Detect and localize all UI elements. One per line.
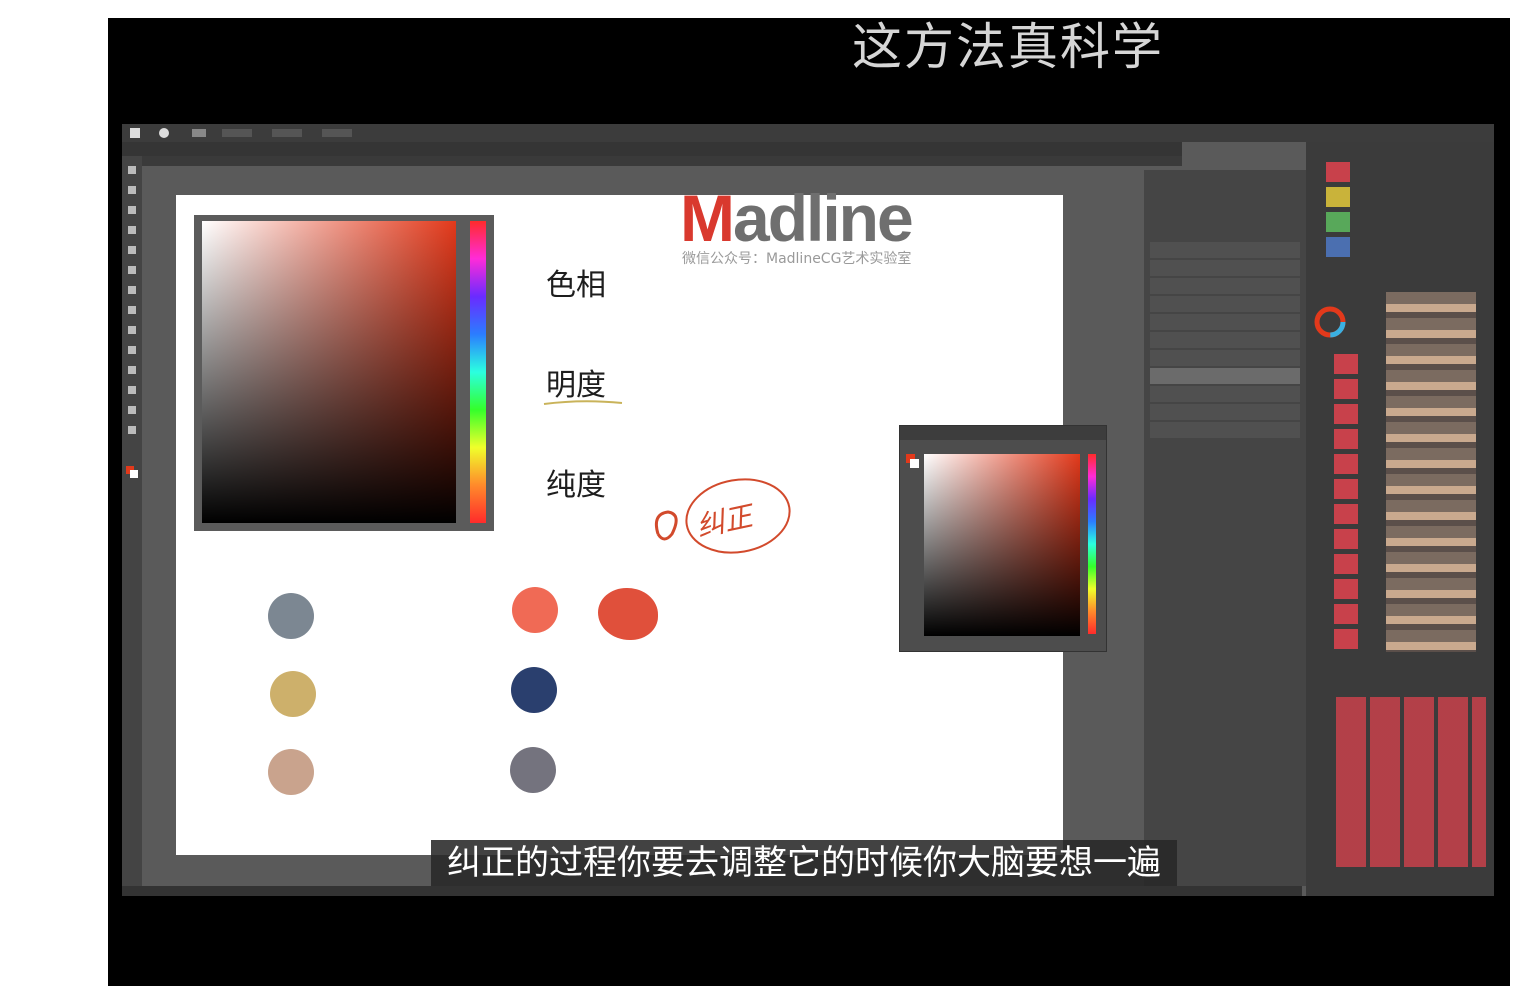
popup-hue-slider[interactable] (1088, 454, 1096, 634)
madline-logo: Madline (680, 181, 914, 255)
tools-panel[interactable] (122, 156, 142, 886)
brush-thumbnails[interactable] (1386, 292, 1476, 652)
layers-panel[interactable] (1144, 170, 1306, 886)
document-tab-bar[interactable] (122, 142, 1182, 156)
label-hue: 色相 (546, 268, 606, 303)
filter-buttons[interactable] (1336, 697, 1486, 867)
brush-icon (130, 128, 352, 138)
logo-subtitle: 微信公众号：MadlineCG艺术实验室 (682, 251, 912, 267)
horizontal-ruler (142, 156, 1182, 166)
color-picker-large[interactable] (194, 215, 494, 531)
layer-row[interactable] (1150, 278, 1300, 294)
photoshop-window: Madline 微信公众号：MadlineCG艺术实验室 色相 明度 纯度 纠正 (122, 124, 1494, 896)
swatch-gray[interactable] (268, 593, 314, 639)
video-title: 这方法真科学 (852, 18, 1164, 76)
popup-header[interactable] (900, 426, 1106, 440)
layer-row[interactable] (1150, 422, 1300, 438)
brush-presets-dock[interactable] (1306, 142, 1494, 896)
brush-number-column[interactable] (1334, 354, 1358, 654)
layer-row[interactable] (1150, 404, 1300, 420)
color-picker-popup[interactable] (899, 425, 1107, 652)
layer-row-selected[interactable] (1150, 368, 1300, 384)
hue-slider[interactable] (470, 221, 486, 523)
layer-row[interactable] (1150, 350, 1300, 366)
swatch-tan[interactable] (268, 749, 314, 795)
layer-row[interactable] (1150, 314, 1300, 330)
layer-row[interactable] (1150, 386, 1300, 402)
swatch-slate[interactable] (510, 747, 556, 793)
layer-row[interactable] (1150, 332, 1300, 348)
underline-stroke (543, 400, 623, 405)
options-bar (122, 124, 1494, 142)
status-bar (122, 886, 1302, 896)
tools-icons (126, 166, 138, 478)
color-wheel-icon[interactable] (1310, 302, 1350, 342)
saturation-value-field[interactable] (202, 221, 456, 523)
popup-saturation-field[interactable] (924, 454, 1080, 636)
label-saturation: 纯度 (546, 468, 606, 503)
swatch-paint-blob[interactable] (598, 588, 658, 640)
swatch-coral[interactable] (512, 587, 558, 633)
fg-bg-color-icon[interactable] (906, 454, 920, 470)
swatch-navy[interactable] (511, 667, 557, 713)
layer-row[interactable] (1150, 260, 1300, 276)
layer-row[interactable] (1150, 296, 1300, 312)
layer-row[interactable] (1150, 242, 1300, 258)
video-subtitle: 纠正的过程你要去调整它的时候你大脑要想一遍 (431, 840, 1177, 886)
swatch-gold[interactable] (270, 671, 316, 717)
video-player[interactable]: 这方法真科学 Madline 微信公众号：MadlineCG艺术实验室 色相 明… (108, 18, 1510, 986)
preset-tiles[interactable] (1326, 162, 1350, 262)
